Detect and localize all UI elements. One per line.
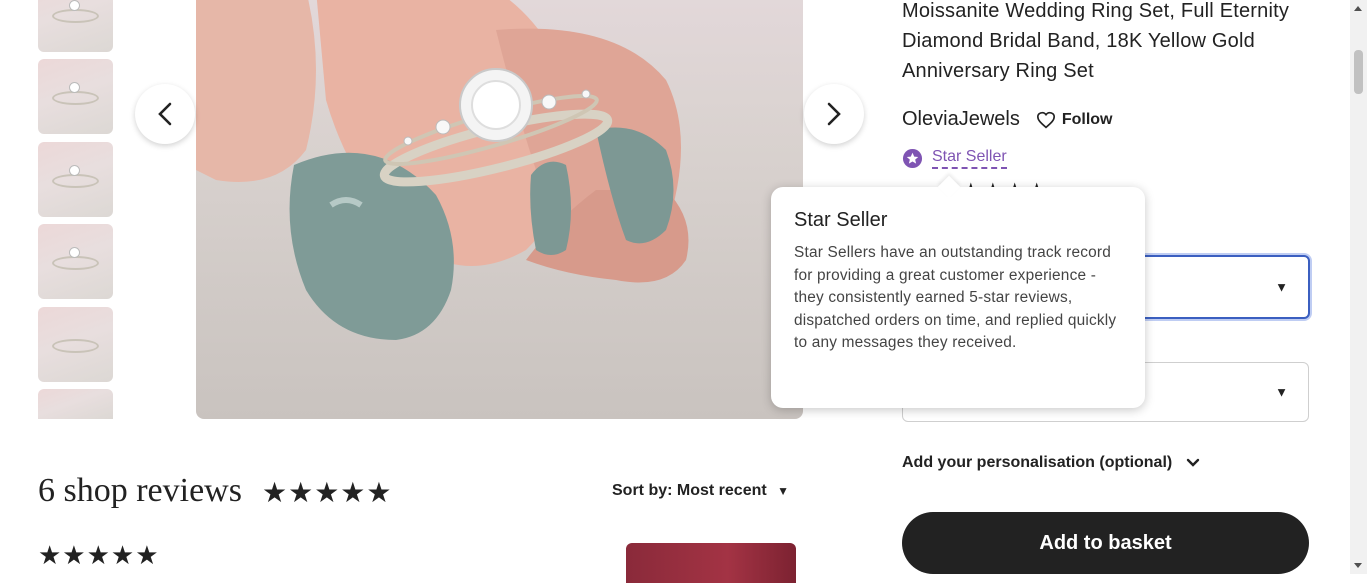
- review-photo[interactable]: [626, 543, 796, 583]
- reviews-average-stars: ★★★★★: [262, 477, 393, 508]
- listing-title-line: Anniversary Ring Set: [902, 60, 1094, 82]
- thumbnail-5[interactable]: [38, 307, 113, 382]
- personalisation-label: Add your personalisation (optional): [902, 454, 1173, 471]
- thumbnail-1[interactable]: [38, 0, 113, 52]
- thumbnail-6[interactable]: [38, 389, 113, 419]
- thumbnail-4[interactable]: [38, 224, 113, 299]
- caret-down-icon: ▼: [1275, 384, 1288, 400]
- scroll-up-arrow[interactable]: [1354, 6, 1362, 11]
- stone-shape: [70, 1, 79, 10]
- star-seller-badge-icon: [902, 148, 923, 169]
- star-seller-tooltip: Star Seller Star Sellers have an outstan…: [771, 187, 1145, 408]
- stone-shape: [70, 166, 79, 175]
- ring-shape: [52, 173, 99, 188]
- next-image-button[interactable]: [804, 84, 864, 144]
- add-to-basket-label: Add to basket: [1039, 531, 1172, 554]
- sort-dropdown[interactable]: Sort by: Most recent ▼: [612, 482, 789, 500]
- previous-image-button[interactable]: [135, 84, 195, 144]
- tooltip-body: Star Sellers have an outstanding track r…: [794, 244, 1117, 352]
- ring-photo-illustration: [196, 0, 689, 340]
- shop-name-link[interactable]: OleviaJewels: [902, 108, 1020, 131]
- page-scrollbar[interactable]: [1350, 0, 1367, 574]
- caret-down-icon: ▼: [1275, 279, 1288, 295]
- heart-icon: [1036, 111, 1055, 128]
- chevron-right-icon: [827, 102, 841, 126]
- chevron-down-icon: [1187, 458, 1200, 467]
- personalisation-toggle[interactable]: Add your personalisation (optional): [902, 454, 1200, 472]
- thumbnail-2[interactable]: [38, 59, 113, 134]
- ring-shape: [52, 255, 99, 270]
- caret-down-icon: ▼: [777, 484, 790, 498]
- review-stars: ★★★★★: [38, 540, 160, 570]
- thumbnail-3[interactable]: [38, 142, 113, 217]
- sort-label: Sort by: Most recent: [612, 482, 767, 499]
- listing-title-line: Diamond Bridal Band, 18K Yellow Gold: [902, 30, 1255, 52]
- ring-shape: [52, 338, 99, 353]
- stone-shape: [70, 248, 79, 257]
- star-seller-badge[interactable]: Star Seller: [902, 148, 1007, 169]
- stone-shape: [70, 83, 79, 92]
- listing-title-line: Moissanite Wedding Ring Set, Full Eterni…: [902, 0, 1290, 22]
- scroll-down-arrow[interactable]: [1354, 563, 1362, 568]
- add-to-basket-button[interactable]: Add to basket: [902, 512, 1309, 574]
- chevron-left-icon: [158, 102, 172, 126]
- shop-row: OleviaJewels Follow: [902, 108, 1112, 131]
- follow-button[interactable]: Follow: [1036, 110, 1113, 129]
- scrollbar-thumb[interactable]: [1354, 50, 1363, 94]
- star-seller-link[interactable]: Star Seller: [932, 148, 1007, 169]
- follow-label: Follow: [1061, 110, 1113, 128]
- listing-title: Moissanite Wedding Ring Set, Full Eterni…: [902, 0, 1322, 86]
- ring-shape: [52, 8, 99, 23]
- ring-shape: [52, 90, 99, 105]
- reviews-heading: 6 shop reviews: [38, 472, 242, 509]
- tooltip-title: Star Seller: [794, 209, 888, 231]
- main-product-image: [196, 0, 803, 419]
